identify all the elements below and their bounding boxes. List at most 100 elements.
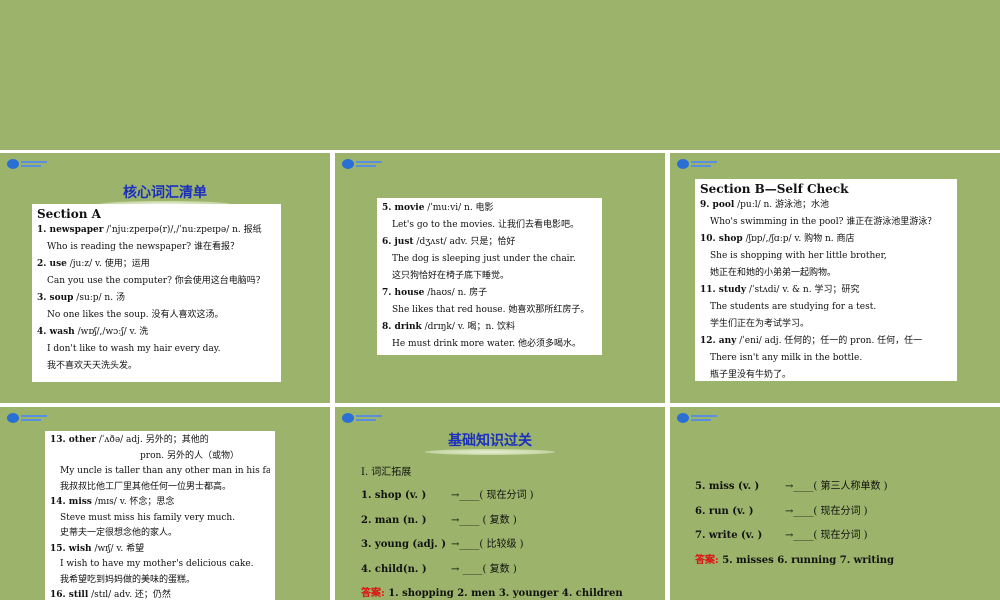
headword: 3. soup [37,293,74,303]
exercise-word: 3. young (adj. ) [361,539,446,550]
slide-title: 核心词汇清单 [123,185,207,201]
vocab-example: Who's swimming in the pool? 谁正在游泳池里游泳？ [700,214,952,231]
example-text: Let's go to the movies. 让我们去看电影吧。 [392,220,579,230]
example-text: 这只狗恰好在椅子底下睡觉。 [392,271,510,281]
definition: /wɒʃ/,/wɔːʃ/ v. 洗 [74,327,149,337]
definition: /ˈeni/ adj. 任何的；任一的 pron. 任何，任一 [736,336,923,346]
headword: 10. shop [700,234,743,244]
example-text: I don't like to wash my hair every day. [47,344,221,354]
exercise-word: 5. miss (v. ) [695,481,760,492]
vocab-example: I wish to have my mother's delicious cak… [50,557,270,573]
exercise-item: 3. young (adj. ) →____( 比较级 ) [361,533,623,558]
answer-text: 5. misses 6. running 7. writing [722,554,895,566]
definition: /mɪs/ v. 怀念；思念 [91,497,175,507]
exercise-item: 1. shop (v. ) →____( 现在分词 ) [361,484,623,509]
exercise-item: 5. miss (v. ) →____( 第三人称单数 ) [695,475,894,500]
definition: /ˈʌðə/ adj. 另外的；其他的 [95,435,209,445]
exercise-item: 2. man (n. ) →____ ( 复数 ) [361,509,623,534]
example-text: Who is reading the newspaper? 谁在看报？ [47,242,239,252]
vocab-entry: 1. newspaper /ˈnjuːzpeɪpə(r)/,/ˈnuːzpeɪp… [37,222,276,239]
logo-icon [677,159,717,169]
vocab-example: No one likes the soup. 没有人喜欢这汤。 [37,307,276,324]
vocab-example: I don't like to wash my hair every day. [37,341,276,358]
example-text: 我希望吃到妈妈做的美味的蛋糕。 [60,574,196,585]
vocab-example: 这只狗恰好在椅子底下睡觉。 [382,268,597,285]
answer-row: 答案: 5. misses 6. running 7. writing [695,549,894,574]
example-text: 我叔叔比他工厂里其他任何一位男士都高。 [60,481,232,492]
vocab-entry: 15. wish /wɪʃ/ v. 希望 [50,542,270,558]
vocab-example: The dog is sleeping just under the chair… [382,251,597,268]
vocab-entry: 9. pool /puːl/ n. 游泳池；水池 [700,197,952,214]
vocab-entry: 8. drink /drɪŋk/ v. 喝；n. 饮料 [382,319,597,336]
logo-icon [7,159,47,169]
example-text: 我不喜欢天天洗头发。 [47,361,138,371]
vocab-example: Let's go to the movies. 让我们去看电影吧。 [382,217,597,234]
definition: /juːz/ v. 使用；运用 [66,259,150,269]
vocab-card: 13. other /ˈʌðə/ adj. 另外的；其他的 pron. 另外的人（… [45,431,275,600]
previous-slide [0,0,1000,150]
exercise-blank[interactable]: →____( 现在分词 ) [785,506,868,517]
exercise-blank[interactable]: →____( 现在分词 ) [785,530,868,541]
headword: 16. still [50,590,89,600]
exercise-blank[interactable]: →____( 比较级 ) [451,539,524,550]
slide-basic-knowledge-2[interactable]: 5. miss (v. ) →____( 第三人称单数 ) 6. run (v. )… [670,407,1000,600]
slide-title: 基础知识过关 [448,433,532,449]
headword: 7. house [382,288,425,298]
slide-core-vocab-4[interactable]: 13. other /ˈʌðə/ adj. 另外的；其他的 pron. 另外的人（… [0,407,330,600]
vocab-example: There isn't any milk in the bottle. [700,350,952,367]
vocab-example: He must drink more water. 他必须多喝水。 [382,336,597,353]
slide-basic-knowledge-1[interactable]: 基础知识过关 Ⅰ. 词汇拓展 1. shop (v. ) →____( 现在分词 … [335,407,665,600]
example-text: 瓶子里没有牛奶了。 [710,370,792,380]
definition: /drɪŋk/ v. 喝；n. 饮料 [421,322,516,332]
example-text: He must drink more water. 他必须多喝水。 [392,339,582,349]
exercise-heading: Ⅰ. 词汇拓展 [361,467,412,478]
example-text: Steve must miss his family very much. [60,512,236,523]
vocab-entry: 4. wash /wɒʃ/,/wɔːʃ/ v. 洗 [37,324,276,341]
vocab-entry: 7. house /haʊs/ n. 房子 [382,285,597,302]
exercise-blank[interactable]: →____ ( 复数 ) [451,515,517,526]
title-cloud [425,449,555,455]
exercise-list: 5. miss (v. ) →____( 第三人称单数 ) 6. run (v. )… [695,475,894,573]
exercise-item: 4. child(n. ) → ____( 复数 ) [361,558,623,583]
example-text: My uncle is taller than any other man in… [60,466,270,476]
vocab-example: 我不喜欢天天洗头发。 [37,358,276,375]
example-text: 史蒂夫一定很想念他的家人。 [60,528,178,538]
slide-core-vocab-2[interactable]: 5. movie /ˈmuːvi/ n. 电影 Let's go to the m… [335,153,665,403]
definition: /stɪl/ adv. 还；仍然 [88,590,171,600]
vocab-example: Can you use the computer? 你会使用这台电脑吗？ [37,273,276,290]
vocab-example: 学生们正在为考试学习。 [700,316,952,333]
exercise-blank[interactable]: →____( 第三人称单数 ) [785,481,888,492]
definition: /puːl/ n. 游泳池；水池 [734,200,830,210]
exercise-list: 1. shop (v. ) →____( 现在分词 ) 2. man (n. ) →_… [361,484,623,600]
vocab-example: She is shopping with her little brother, [700,248,952,265]
exercise-item: 7. write (v. ) →____( 现在分词 ) [695,524,894,549]
answer-label: 答案: [361,588,389,599]
headword: 2. use [37,259,67,269]
vocab-card: Section B—Self Check 9. pool /puːl/ n. 游… [695,179,957,381]
slide-core-vocab-3[interactable]: Section B—Self Check 9. pool /puːl/ n. 游… [670,153,1000,403]
vocab-example: Who is reading the newspaper? 谁在看报？ [37,239,276,256]
definition: /dʒʌst/ adv. 只是；恰好 [413,237,516,247]
vocab-example: Steve must miss his family very much. [50,511,270,527]
definition: /ʃɒp/,/ʃɑːp/ v. 购物 n. 商店 [742,234,855,244]
exercise-word: 1. shop (v. ) [361,490,427,501]
headword: 13. other [50,435,96,445]
slide-core-vocab-1[interactable]: 核心词汇清单 Section A 1. newspaper /ˈnjuːzpeɪ… [0,153,330,403]
vocab-example: 我叔叔比他工厂里其他任何一位男士都高。 [50,480,270,496]
exercise-blank[interactable]: → ____( 复数 ) [451,564,517,575]
example-text: She likes that red house. 她喜欢那所红房子。 [392,305,590,315]
example-text: There isn't any milk in the bottle. [710,353,863,363]
definition: /ˈstʌdi/ v. & n. 学习；研究 [746,285,860,295]
vocab-entry: 14. miss /mɪs/ v. 怀念；思念 [50,495,270,511]
vocab-entry: 5. movie /ˈmuːvi/ n. 电影 [382,200,597,217]
answer-text: 1. shopping 2. men 3. younger 4. childre… [388,588,623,599]
vocab-entry: 12. any /ˈeni/ adj. 任何的；任一的 pron. 任何，任一 [700,333,952,350]
headword: 1. newspaper [37,225,104,235]
headword: 4. wash [37,327,75,337]
example-text: Can you use the computer? 你会使用这台电脑吗？ [47,276,265,286]
headword: 14. miss [50,497,92,507]
vocab-card: 5. movie /ˈmuːvi/ n. 电影 Let's go to the m… [377,198,602,355]
example-text: I wish to have my mother's delicious cak… [60,559,254,569]
headword: 11. study [700,285,747,295]
exercise-blank[interactable]: →____( 现在分词 ) [451,490,534,501]
